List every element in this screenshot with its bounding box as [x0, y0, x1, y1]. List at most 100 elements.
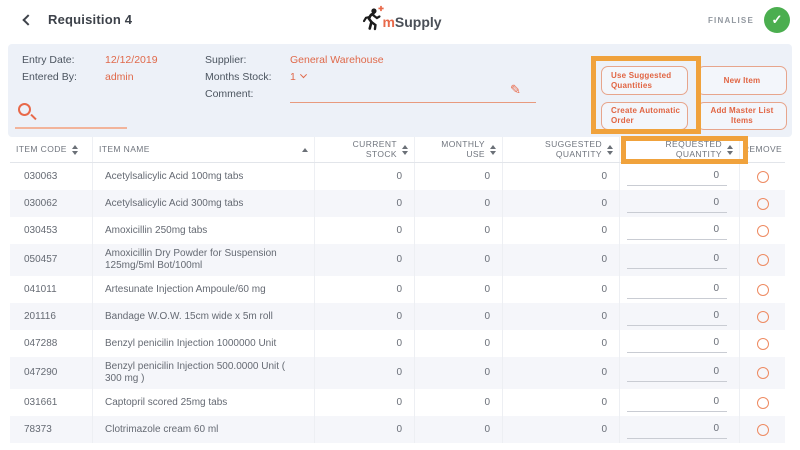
item-code-cell: 047290 — [10, 357, 93, 389]
finalise-button[interactable]: FINALISE ✓ — [708, 7, 790, 33]
add-master-list-items-button[interactable]: Add Master List Items — [697, 102, 787, 130]
requested-quantity-input[interactable]: 0 — [627, 195, 727, 213]
remove-radio-button[interactable] — [757, 254, 769, 266]
item-name-cell: Clotrimazole cream 60 ml — [93, 416, 315, 443]
requisition-screen: Requisition 4 mSupply FINALISE ✓ Entry D… — [0, 0, 800, 450]
chevron-down-icon — [300, 71, 307, 78]
remove-cell — [740, 190, 785, 217]
suggested-quantity-cell: 0 — [503, 244, 620, 276]
remove-cell — [740, 276, 785, 303]
remove-radio-button[interactable] — [757, 171, 769, 183]
entered-by-label: Entered By: — [22, 71, 77, 83]
item-code-cell: 030062 — [10, 190, 93, 217]
monthly-use-cell: 0 — [415, 190, 503, 217]
top-bar: Requisition 4 mSupply FINALISE ✓ — [0, 0, 800, 40]
remove-cell — [740, 244, 785, 276]
current-stock-cell: 0 — [315, 190, 415, 217]
requested-quantity-input[interactable]: 0 — [627, 421, 727, 439]
item-name-cell: Benzyl penicilin Injection 500.0000 Unit… — [93, 357, 315, 389]
item-code-cell: 031661 — [10, 389, 93, 416]
search-field[interactable] — [15, 100, 135, 130]
page-title: Requisition 4 — [48, 12, 132, 27]
use-suggested-quantities-button[interactable]: Use Suggested Quantities — [601, 66, 688, 95]
requested-quantity-input[interactable]: 0 — [627, 251, 727, 269]
table-row: 030063 Acetylsalicylic Acid 100mg tabs 0… — [10, 163, 785, 190]
monthly-use-cell: 0 — [415, 357, 503, 389]
entered-by-value: admin — [105, 71, 134, 83]
item-code-cell: 050457 — [10, 244, 93, 276]
item-name-cell: Captopril scored 25mg tabs — [93, 389, 315, 416]
requisition-details-panel: Entry Date: 12/12/2019 Entered By: admin… — [8, 44, 792, 137]
current-stock-cell: 0 — [315, 357, 415, 389]
header-item-name[interactable]: ITEM NAME — [93, 137, 315, 162]
remove-radio-button[interactable] — [757, 225, 769, 237]
sort-ascending-icon — [302, 148, 308, 152]
requested-quantity-input[interactable]: 0 — [627, 222, 727, 240]
monthly-use-cell: 0 — [415, 276, 503, 303]
item-name-cell: Artesunate Injection Ampoule/60 mg — [93, 276, 315, 303]
table-row: 030453 Amoxicillin 250mg tabs 0 0 0 0 — [10, 217, 785, 244]
sort-icon — [402, 145, 408, 155]
edit-pencil-icon[interactable]: ✎ — [510, 82, 521, 98]
suggested-quantity-cell: 0 — [503, 389, 620, 416]
requested-quantity-cell: 0 — [620, 357, 740, 389]
requested-quantity-input[interactable]: 0 — [627, 364, 727, 382]
header-item-code[interactable]: ITEM CODE — [10, 137, 93, 162]
suggested-quantity-cell: 0 — [503, 276, 620, 303]
comment-field[interactable] — [290, 102, 536, 103]
header-monthly-use[interactable]: MONTHLY USE — [415, 137, 503, 162]
remove-cell — [740, 303, 785, 330]
table-body: 030063 Acetylsalicylic Acid 100mg tabs 0… — [10, 163, 785, 443]
remove-radio-button[interactable] — [757, 424, 769, 436]
item-code-cell: 78373 — [10, 416, 93, 443]
item-code-cell: 047288 — [10, 330, 93, 357]
new-item-button[interactable]: New Item — [697, 66, 787, 95]
requested-quantity-input[interactable]: 0 — [627, 394, 727, 412]
requisition-items-table: ITEM CODE ITEM NAME CURRENT STOCK MONTHL… — [10, 137, 785, 443]
remove-radio-button[interactable] — [757, 338, 769, 350]
requested-quantity-cell: 0 — [620, 303, 740, 330]
header-requested-quantity[interactable]: REQUESTED QUANTITY — [620, 137, 740, 162]
table-row: 047288 Benzyl penicilin Injection 100000… — [10, 330, 785, 357]
months-stock-dropdown[interactable]: 1 — [290, 71, 306, 83]
entry-date-value: 12/12/2019 — [105, 54, 158, 66]
table-row: 031661 Captopril scored 25mg tabs 0 0 0 … — [10, 389, 785, 416]
current-stock-cell: 0 — [315, 163, 415, 190]
remove-radio-button[interactable] — [757, 311, 769, 323]
remove-radio-button[interactable] — [757, 397, 769, 409]
finalise-label: FINALISE — [708, 16, 754, 25]
remove-radio-button[interactable] — [757, 198, 769, 210]
back-button[interactable] — [20, 13, 36, 29]
item-code-cell: 030453 — [10, 217, 93, 244]
current-stock-cell: 0 — [315, 303, 415, 330]
remove-radio-button[interactable] — [757, 284, 769, 296]
requested-quantity-input[interactable]: 0 — [627, 281, 727, 299]
sort-icon — [607, 145, 613, 155]
requested-quantity-input[interactable]: 0 — [627, 335, 727, 353]
remove-cell — [740, 163, 785, 190]
logo-m: m — [382, 14, 394, 30]
header-suggested-quantity[interactable]: SUGGESTED QUANTITY — [503, 137, 620, 162]
remove-radio-button[interactable] — [757, 367, 769, 379]
monthly-use-cell: 0 — [415, 303, 503, 330]
item-code-cell: 030063 — [10, 163, 93, 190]
header-current-stock[interactable]: CURRENT STOCK — [315, 137, 415, 162]
comment-label: Comment: — [205, 88, 253, 100]
monthly-use-cell: 0 — [415, 217, 503, 244]
requested-quantity-input[interactable]: 0 — [627, 308, 727, 326]
current-stock-cell: 0 — [315, 217, 415, 244]
header-remove: REMOVE — [740, 137, 785, 162]
months-stock-label: Months Stock: — [205, 71, 272, 83]
table-row: 030062 Acetylsalicylic Acid 300mg tabs 0… — [10, 190, 785, 217]
logo-supply: Supply — [395, 14, 442, 30]
requested-quantity-input[interactable]: 0 — [627, 168, 727, 186]
table-row: 201116 Bandage W.O.W. 15cm wide x 5m rol… — [10, 303, 785, 330]
table-row: 78373 Clotrimazole cream 60 ml 0 0 0 0 — [10, 416, 785, 443]
requested-quantity-cell: 0 — [620, 244, 740, 276]
create-automatic-order-button[interactable]: Create Automatic Order — [601, 102, 688, 130]
remove-cell — [740, 330, 785, 357]
sort-icon — [727, 145, 733, 155]
item-name-cell: Acetylsalicylic Acid 100mg tabs — [93, 163, 315, 190]
current-stock-cell: 0 — [315, 244, 415, 276]
suggested-quantity-cell: 0 — [503, 163, 620, 190]
